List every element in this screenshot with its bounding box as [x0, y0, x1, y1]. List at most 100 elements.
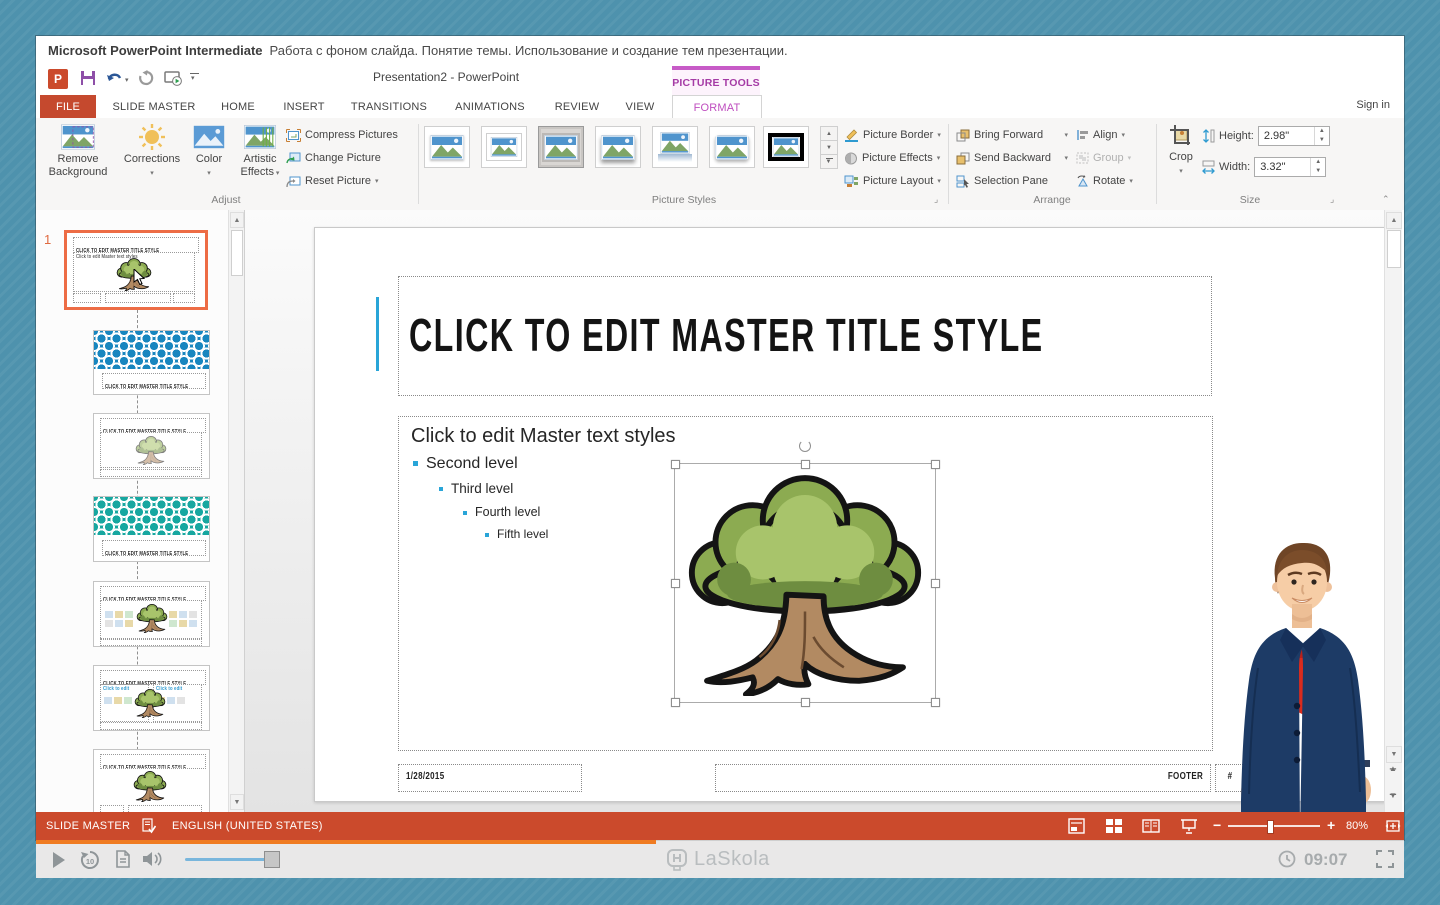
tab-home[interactable]: HOME [212, 95, 264, 118]
rotate-button[interactable]: Rotate▾ [1076, 171, 1148, 191]
date-placeholder[interactable]: 1/28/2015 [398, 764, 582, 792]
master-title-placeholder[interactable]: CLICK TO EDIT MASTER TITLE STYLE [398, 276, 1212, 396]
corrections-button[interactable]: Corrections ▾ [120, 122, 184, 194]
zoom-slider-thumb[interactable] [1267, 820, 1274, 834]
picture-border-button[interactable]: Picture Border▾ [844, 125, 952, 145]
tab-transitions[interactable]: TRANSITIONS [344, 95, 434, 118]
picture-effects-button[interactable]: Picture Effects▾ [844, 148, 952, 168]
notes-button[interactable] [116, 850, 130, 868]
size-dialog-launcher[interactable]: ⌟ [1330, 195, 1341, 206]
resize-handle-w[interactable] [671, 579, 680, 588]
height-input[interactable] [1259, 130, 1314, 142]
crop-button[interactable]: Crop ▾ [1162, 122, 1200, 194]
collapse-ribbon-button[interactable]: ⌃ [1382, 194, 1390, 205]
compress-pictures-button[interactable]: Compress Pictures [286, 125, 412, 145]
height-spin-down[interactable]: ▼ [1315, 136, 1329, 145]
slide-scroll-thumb[interactable] [1387, 230, 1401, 268]
thumbnail-layout-6[interactable]: CLICK TO EDIT MASTER TITLE STYLE Click t… [93, 665, 210, 731]
resize-handle-sw[interactable] [671, 698, 680, 707]
tab-format[interactable]: FORMAT [672, 95, 762, 119]
resize-handle-s[interactable] [801, 698, 810, 707]
width-spin-down[interactable]: ▼ [1311, 167, 1325, 176]
resize-handle-n[interactable] [801, 460, 810, 469]
align-button[interactable]: Align▾ [1076, 125, 1148, 145]
zoom-slider-track[interactable] [1228, 825, 1320, 827]
undo-button[interactable] [106, 70, 124, 86]
start-from-beginning-button[interactable] [164, 70, 182, 86]
resize-handle-se[interactable] [931, 698, 940, 707]
fullscreen-button[interactable] [1376, 850, 1394, 868]
gallery-scroll-down[interactable]: ▼ [820, 140, 838, 155]
thumbnail-layout-7[interactable]: CLICK TO EDIT MASTER TITLE STYLE [93, 749, 210, 812]
thumbnail-scrollbar[interactable]: ▲ ▼ [228, 210, 244, 812]
width-input[interactable] [1255, 161, 1310, 173]
tab-file[interactable]: FILE [40, 95, 96, 118]
picture-style-2[interactable] [481, 126, 527, 168]
color-button[interactable]: Color ▾ [188, 122, 230, 194]
send-backward-button[interactable]: Send Backward▾ [956, 148, 1068, 168]
group-button[interactable]: Group▾ [1076, 148, 1148, 168]
slide-scroll-up[interactable]: ▲ [1386, 212, 1402, 229]
tree-clipart[interactable] [677, 468, 933, 696]
bring-forward-button[interactable]: Bring Forward▾ [956, 125, 1068, 145]
volume-slider-thumb[interactable] [264, 851, 280, 868]
thumbnail-scroll-thumb[interactable] [231, 230, 243, 276]
play-button[interactable] [52, 852, 66, 868]
resize-handle-ne[interactable] [931, 460, 940, 469]
picture-style-1[interactable] [424, 126, 470, 168]
rewind-10-button[interactable]: 10 [80, 850, 100, 870]
next-slide-button[interactable]: ▁▼ [1387, 788, 1399, 798]
slide-scroll-down[interactable]: ▼ [1386, 746, 1402, 763]
gallery-scroll-up[interactable]: ▲ [820, 126, 838, 141]
picture-style-5[interactable] [652, 126, 698, 168]
tab-insert[interactable]: INSERT [274, 95, 334, 118]
picture-style-7[interactable] [763, 126, 809, 168]
slide-sorter-view-button[interactable] [1105, 818, 1122, 834]
status-language[interactable]: ENGLISH (UNITED STATES) [172, 820, 323, 832]
picture-style-4[interactable] [595, 126, 641, 168]
artistic-effects-button[interactable]: Artistic Effects ▾ [234, 122, 286, 194]
reset-picture-button[interactable]: Reset Picture▾ [286, 171, 412, 191]
tab-view[interactable]: VIEW [616, 95, 664, 118]
thumbnail-master-selected[interactable]: CLICK TO EDIT MASTER TITLE STYLE Click t… [64, 230, 208, 310]
width-spin-up[interactable]: ▲ [1311, 158, 1325, 167]
picture-style-6[interactable] [709, 126, 755, 168]
thumbnail-layout-5[interactable]: CLICK TO EDIT MASTER TITLE STYLE [93, 581, 210, 647]
customize-qat-arrow[interactable]: ▾ [191, 74, 195, 82]
slide-master-editing-surface[interactable]: CLICK TO EDIT MASTER TITLE STYLE Click t… [314, 227, 1386, 802]
reading-view-button[interactable] [1142, 818, 1160, 834]
tab-slide-master[interactable]: SLIDE MASTER [106, 95, 202, 118]
redo-button[interactable] [138, 70, 154, 86]
zoom-in-button[interactable]: + [1327, 817, 1335, 833]
selection-pane-button[interactable]: Selection Pane [956, 171, 1068, 191]
rotate-handle[interactable] [799, 440, 811, 452]
volume-button[interactable] [142, 850, 164, 868]
video-progress-bar[interactable] [36, 840, 656, 844]
thumbnail-scroll-up[interactable]: ▲ [230, 212, 244, 228]
tab-review[interactable]: REVIEW [548, 95, 606, 118]
resize-handle-nw[interactable] [671, 460, 680, 469]
thumbnail-scroll-down[interactable]: ▼ [230, 794, 244, 810]
undo-dropdown-arrow[interactable]: ▾ [125, 76, 129, 84]
zoom-out-button[interactable]: − [1213, 817, 1221, 833]
sign-in-link[interactable]: Sign in [1356, 99, 1390, 111]
fit-slide-to-window-button[interactable] [1385, 818, 1401, 834]
slide-show-button[interactable] [1180, 818, 1198, 834]
gallery-more-button[interactable]: ▼ [820, 154, 838, 169]
resize-handle-e[interactable] [931, 579, 940, 588]
thumbnail-layout-4[interactable]: CLICK TO EDIT MASTER TITLE STYLE [93, 496, 210, 562]
thumbnail-layout-2[interactable]: CLICK TO EDIT MASTER TITLE STYLE [93, 330, 210, 395]
zoom-percentage[interactable]: 80% [1346, 820, 1368, 832]
remove-background-button[interactable]: Remove Background [44, 122, 112, 194]
normal-view-button[interactable] [1068, 818, 1085, 834]
previous-slide-button[interactable]: ▲▔ [1387, 766, 1399, 776]
height-spin-up[interactable]: ▲ [1315, 127, 1329, 136]
status-view-label[interactable]: SLIDE MASTER [46, 820, 130, 832]
change-picture-button[interactable]: Change Picture [286, 148, 412, 168]
thumbnail-layout-3[interactable]: CLICK TO EDIT MASTER TITLE STYLE [93, 413, 210, 479]
selected-tree-image[interactable] [674, 463, 936, 703]
footer-placeholder[interactable]: FOOTER [715, 764, 1211, 792]
picture-layout-button[interactable]: Picture Layout▾ [844, 171, 952, 191]
picture-styles-dialog-launcher[interactable]: ⌟ [934, 195, 945, 206]
picture-style-3-selected[interactable] [538, 126, 584, 168]
